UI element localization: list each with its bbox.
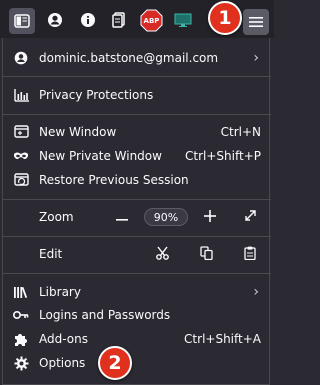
zoom-label: Zoom [39, 210, 74, 224]
new-private-window-shortcut: Ctrl+Shift+P [185, 149, 261, 163]
divider [3, 236, 271, 237]
open-menu-button[interactable] [243, 9, 269, 35]
zoom-row: Zoom 90% [3, 206, 271, 228]
new-private-window-label: New Private Window [39, 149, 162, 163]
step-badge-2: 2 [98, 346, 132, 380]
account-icon [13, 50, 29, 66]
addons-shortcut: Ctrl+Shift+A [184, 332, 261, 346]
scissors-icon [155, 246, 169, 263]
puzzle-piece-icon [13, 331, 29, 347]
restore-session-item[interactable]: Restore Previous Session [3, 169, 271, 191]
account-email: dominic.batstone@gmail.com [39, 51, 219, 65]
clipboard-toolbar-button[interactable] [108, 9, 130, 31]
library-item[interactable]: Library › [3, 281, 271, 303]
private-mask-icon [13, 148, 29, 164]
paste-button[interactable] [239, 243, 261, 265]
hamburger-icon [249, 16, 263, 28]
addons-label: Add-ons [39, 332, 88, 346]
info-icon [80, 12, 96, 28]
privacy-protections-item[interactable]: Privacy Protections [3, 84, 271, 106]
key-icon [13, 307, 29, 323]
library-icon [13, 284, 29, 300]
new-window-icon [13, 124, 29, 140]
chart-icon [13, 87, 29, 103]
step-badge-1: 1 [208, 1, 242, 35]
monitor-toolbar-button[interactable] [172, 9, 194, 31]
fullscreen-button[interactable] [239, 206, 261, 228]
chevron-right-icon: › [253, 50, 259, 66]
minus-icon [116, 210, 128, 224]
zoom-reset-button[interactable]: 90% [144, 208, 188, 226]
adblock-plus-button[interactable]: ABP [140, 9, 163, 32]
options-label: Options [39, 356, 86, 370]
options-item[interactable]: Options [3, 352, 271, 374]
monitor-icon [174, 12, 192, 28]
divider [3, 199, 271, 200]
logins-passwords-label: Logins and Passwords [39, 308, 171, 322]
new-window-shortcut: Ctrl+N [220, 125, 261, 139]
account-menu-item[interactable]: dominic.batstone@gmail.com › [3, 47, 271, 69]
zoom-in-button[interactable] [199, 206, 221, 228]
edit-label: Edit [39, 247, 63, 261]
zoom-out-button[interactable] [111, 206, 133, 228]
chevron-right-icon: › [253, 284, 259, 300]
fullscreen-arrows-icon [244, 209, 257, 225]
library-label: Library [39, 285, 81, 299]
adblock-plus-label: ABP [143, 16, 160, 25]
clipboard-icon [111, 11, 127, 29]
new-window-item[interactable]: New Window Ctrl+N [3, 121, 271, 143]
divider [3, 114, 271, 115]
divider [3, 273, 271, 274]
cut-button[interactable] [151, 243, 173, 265]
privacy-protections-label: Privacy Protections [39, 88, 154, 102]
restore-session-label: Restore Previous Session [39, 173, 189, 187]
clipboard-paste-icon [244, 246, 256, 263]
plus-icon [204, 209, 216, 225]
copy-button[interactable] [195, 243, 217, 265]
copy-icon [199, 245, 213, 263]
restore-session-icon [13, 172, 29, 188]
divider [3, 76, 271, 77]
app-menu-panel: dominic.batstone@gmail.com › Privacy Pro… [2, 38, 271, 385]
edit-row: Edit [3, 243, 271, 265]
addons-item[interactable]: Add-ons Ctrl+Shift+A [3, 328, 271, 350]
info-toolbar-button[interactable] [77, 9, 99, 31]
account-icon [47, 12, 63, 28]
logins-passwords-item[interactable]: Logins and Passwords [3, 304, 271, 326]
sidebar-icon [14, 14, 30, 28]
account-toolbar-button[interactable] [44, 9, 66, 31]
sidebar-toggle-button[interactable] [9, 8, 35, 34]
new-window-label: New Window [39, 125, 117, 139]
new-private-window-item[interactable]: New Private Window Ctrl+Shift+P [3, 145, 271, 167]
gear-icon [13, 355, 29, 371]
